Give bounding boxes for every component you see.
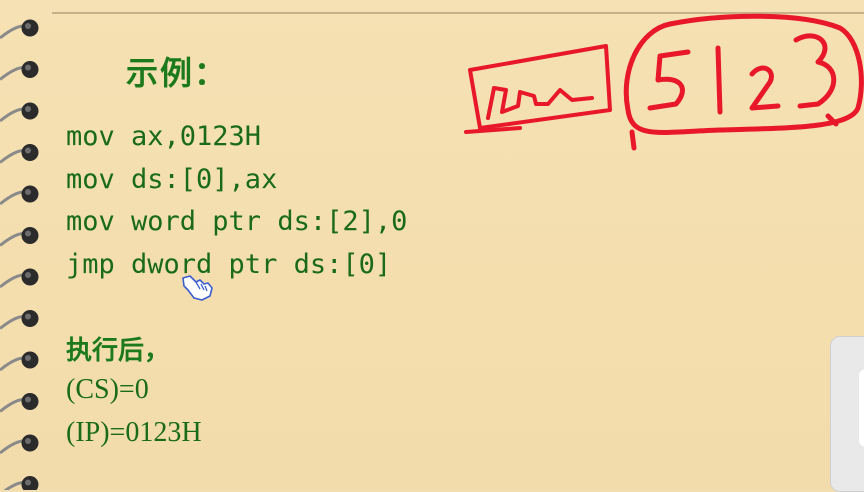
spiral-binding-ring-icon — [3, 476, 39, 490]
code-line: mov ds:[0],ax — [66, 163, 278, 195]
spiral-binding-ring-icon — [0, 434, 39, 455]
spiral-binding-ring-icon — [0, 61, 39, 81]
register-results: (CS)=0 (IP)=0123H — [66, 368, 202, 454]
memory-box-sketch — [464, 44, 612, 134]
spiral-binding-ring-icon — [0, 19, 39, 40]
code-line: jmp dword ptr ds:[0] — [66, 248, 392, 280]
code-line: mov word ptr ds:[2],0 — [66, 206, 408, 237]
spiral-binding-ring-icon — [0, 310, 39, 330]
code-line: mov ax,0123H — [66, 121, 262, 152]
top-rule-line — [52, 12, 864, 14]
spiral-binding-ring-icon — [0, 144, 39, 164]
hand-pointer-cursor-icon — [182, 275, 213, 301]
example-heading: 示例： — [126, 54, 229, 92]
spiral-binding-ring-icon — [0, 102, 39, 123]
spiral-binding-ring-icon — [0, 185, 39, 206]
spiral-binding-ring-icon — [0, 227, 39, 247]
notebook-page: 示例： mov ax,0123H mov ds:[0],ax mov word … — [0, 0, 864, 492]
ip-register-value: (IP)=0123H — [66, 417, 202, 448]
spiral-binding — [0, 19, 39, 490]
spiral-binding-ring-icon — [0, 268, 39, 289]
spiral-binding-ring-icon — [0, 393, 39, 413]
after-execution-label: 执行后， — [66, 336, 171, 366]
side-panel-tab[interactable] — [830, 336, 864, 492]
spiral-binding-ring-icon — [0, 351, 39, 372]
assembly-code-block: mov ax,0123H mov ds:[0],ax mov word ptr … — [66, 116, 407, 286]
cs-register-value: (CS)=0 — [66, 374, 149, 405]
value-5123-sketch — [623, 13, 864, 151]
side-panel-handle[interactable] — [859, 369, 864, 447]
